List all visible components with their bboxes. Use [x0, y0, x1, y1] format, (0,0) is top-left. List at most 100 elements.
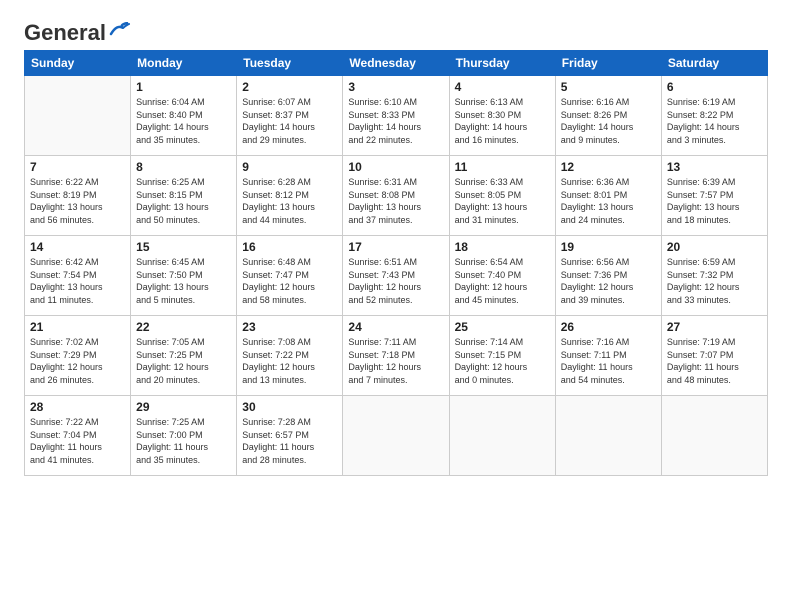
day-header-friday: Friday — [555, 51, 661, 76]
day-info: Sunrise: 7:05 AM Sunset: 7:25 PM Dayligh… — [136, 336, 231, 386]
day-header-monday: Monday — [131, 51, 237, 76]
day-info: Sunrise: 7:22 AM Sunset: 7:04 PM Dayligh… — [30, 416, 125, 466]
calendar-cell: 21Sunrise: 7:02 AM Sunset: 7:29 PM Dayli… — [25, 316, 131, 396]
day-number: 3 — [348, 80, 443, 94]
day-number: 2 — [242, 80, 337, 94]
calendar-cell — [449, 396, 555, 476]
day-info: Sunrise: 6:56 AM Sunset: 7:36 PM Dayligh… — [561, 256, 656, 306]
day-header-saturday: Saturday — [661, 51, 767, 76]
day-info: Sunrise: 7:08 AM Sunset: 7:22 PM Dayligh… — [242, 336, 337, 386]
day-number: 28 — [30, 400, 125, 414]
calendar-cell: 26Sunrise: 7:16 AM Sunset: 7:11 PM Dayli… — [555, 316, 661, 396]
day-info: Sunrise: 6:51 AM Sunset: 7:43 PM Dayligh… — [348, 256, 443, 306]
day-number: 8 — [136, 160, 231, 174]
calendar-cell: 20 Sunrise: 6:59 AM Sunset: 7:32 PM Dayli… — [661, 236, 767, 316]
day-number: 25 — [455, 320, 550, 334]
day-number: 16 — [242, 240, 337, 254]
day-number: 9 — [242, 160, 337, 174]
calendar-cell: 10 Sunrise: 6:31 AM Sunset: 8:08 PM Dayli… — [343, 156, 449, 236]
day-number: 23 — [242, 320, 337, 334]
logo-bird-icon — [109, 22, 131, 38]
day-info: Sunrise: 7:19 AM Sunset: 7:07 PM Dayligh… — [667, 336, 762, 386]
calendar-cell: 25 Sunrise: 7:14 AM Sunset: 7:15 PM Dayli… — [449, 316, 555, 396]
day-number: 4 — [455, 80, 550, 94]
calendar-header-row: SundayMondayTuesdayWednesdayThursdayFrid… — [25, 51, 768, 76]
day-info: Sunrise: 7:11 AM Sunset: 7:18 PM Dayligh… — [348, 336, 443, 386]
day-info: Sunrise: 6:04 AM Sunset: 8:40 PM Dayligh… — [136, 96, 231, 146]
day-number: 30 — [242, 400, 337, 414]
day-number: 12 — [561, 160, 656, 174]
calendar-cell: 15 Sunrise: 6:45 AM Sunset: 7:50 PM Dayli… — [131, 236, 237, 316]
day-number: 11 — [455, 160, 550, 174]
day-number: 19 — [561, 240, 656, 254]
calendar-cell — [25, 76, 131, 156]
day-info: Sunrise: 6:31 AM Sunset: 8:08 PM Dayligh… — [348, 176, 443, 226]
day-header-thursday: Thursday — [449, 51, 555, 76]
calendar-cell: 27 Sunrise: 7:19 AM Sunset: 7:07 PM Dayli… — [661, 316, 767, 396]
day-number: 17 — [348, 240, 443, 254]
day-info: Sunrise: 6:25 AM Sunset: 8:15 PM Dayligh… — [136, 176, 231, 226]
day-info: Sunrise: 6:22 AM Sunset: 8:19 PM Dayligh… — [30, 176, 125, 226]
calendar-cell: 3 Sunrise: 6:10 AM Sunset: 8:33 PM Daylig… — [343, 76, 449, 156]
day-info: Sunrise: 6:33 AM Sunset: 8:05 PM Dayligh… — [455, 176, 550, 226]
day-info: Sunrise: 6:07 AM Sunset: 8:37 PM Dayligh… — [242, 96, 337, 146]
calendar-cell — [343, 396, 449, 476]
day-info: Sunrise: 6:54 AM Sunset: 7:40 PM Dayligh… — [455, 256, 550, 306]
calendar-cell: 12Sunrise: 6:36 AM Sunset: 8:01 PM Dayli… — [555, 156, 661, 236]
day-number: 10 — [348, 160, 443, 174]
day-info: Sunrise: 6:10 AM Sunset: 8:33 PM Dayligh… — [348, 96, 443, 146]
day-header-tuesday: Tuesday — [237, 51, 343, 76]
day-number: 20 — [667, 240, 762, 254]
calendar-cell: 28 Sunrise: 7:22 AM Sunset: 7:04 PM Dayli… — [25, 396, 131, 476]
day-number: 5 — [561, 80, 656, 94]
day-info: Sunrise: 7:14 AM Sunset: 7:15 PM Dayligh… — [455, 336, 550, 386]
calendar-cell: 29 Sunrise: 7:25 AM Sunset: 7:00 PM Dayli… — [131, 396, 237, 476]
calendar-cell: 19 Sunrise: 6:56 AM Sunset: 7:36 PM Dayli… — [555, 236, 661, 316]
calendar-cell: 17 Sunrise: 6:51 AM Sunset: 7:43 PM Dayli… — [343, 236, 449, 316]
calendar-cell: 23 Sunrise: 7:08 AM Sunset: 7:22 PM Dayli… — [237, 316, 343, 396]
day-number: 15 — [136, 240, 231, 254]
day-number: 6 — [667, 80, 762, 94]
calendar-cell — [661, 396, 767, 476]
calendar-cell: 5Sunrise: 6:16 AM Sunset: 8:26 PM Daylig… — [555, 76, 661, 156]
calendar-cell: 9 Sunrise: 6:28 AM Sunset: 8:12 PM Daylig… — [237, 156, 343, 236]
day-info: Sunrise: 6:42 AM Sunset: 7:54 PM Dayligh… — [30, 256, 125, 306]
calendar-cell: 1 Sunrise: 6:04 AM Sunset: 8:40 PM Daylig… — [131, 76, 237, 156]
calendar-cell: 6 Sunrise: 6:19 AM Sunset: 8:22 PM Daylig… — [661, 76, 767, 156]
calendar-cell: 13Sunrise: 6:39 AM Sunset: 7:57 PM Dayli… — [661, 156, 767, 236]
day-info: Sunrise: 7:16 AM Sunset: 7:11 PM Dayligh… — [561, 336, 656, 386]
calendar-cell: 2 Sunrise: 6:07 AM Sunset: 8:37 PM Daylig… — [237, 76, 343, 156]
calendar-table: SundayMondayTuesdayWednesdayThursdayFrid… — [24, 50, 768, 476]
day-info: Sunrise: 7:28 AM Sunset: 6:57 PM Dayligh… — [242, 416, 337, 466]
page: General SundayMondayTuesdayWednesdayThur… — [0, 0, 792, 612]
day-number: 14 — [30, 240, 125, 254]
calendar-cell: 22 Sunrise: 7:05 AM Sunset: 7:25 PM Dayli… — [131, 316, 237, 396]
calendar-cell: 24Sunrise: 7:11 AM Sunset: 7:18 PM Dayli… — [343, 316, 449, 396]
calendar-week-row: 28 Sunrise: 7:22 AM Sunset: 7:04 PM Dayli… — [25, 396, 768, 476]
day-info: Sunrise: 6:28 AM Sunset: 8:12 PM Dayligh… — [242, 176, 337, 226]
day-info: Sunrise: 6:19 AM Sunset: 8:22 PM Dayligh… — [667, 96, 762, 146]
logo: General — [24, 20, 131, 42]
day-header-sunday: Sunday — [25, 51, 131, 76]
day-number: 21 — [30, 320, 125, 334]
day-number: 29 — [136, 400, 231, 414]
calendar-week-row: 14 Sunrise: 6:42 AM Sunset: 7:54 PM Dayli… — [25, 236, 768, 316]
calendar-week-row: 21Sunrise: 7:02 AM Sunset: 7:29 PM Dayli… — [25, 316, 768, 396]
calendar-cell: 11 Sunrise: 6:33 AM Sunset: 8:05 PM Dayli… — [449, 156, 555, 236]
calendar-cell: 14 Sunrise: 6:42 AM Sunset: 7:54 PM Dayli… — [25, 236, 131, 316]
calendar-cell: 16Sunrise: 6:48 AM Sunset: 7:47 PM Dayli… — [237, 236, 343, 316]
calendar-week-row: 1 Sunrise: 6:04 AM Sunset: 8:40 PM Daylig… — [25, 76, 768, 156]
calendar-cell: 18 Sunrise: 6:54 AM Sunset: 7:40 PM Dayli… — [449, 236, 555, 316]
day-number: 22 — [136, 320, 231, 334]
day-number: 18 — [455, 240, 550, 254]
calendar-cell: 30 Sunrise: 7:28 AM Sunset: 6:57 PM Dayli… — [237, 396, 343, 476]
day-info: Sunrise: 6:39 AM Sunset: 7:57 PM Dayligh… — [667, 176, 762, 226]
day-info: Sunrise: 6:45 AM Sunset: 7:50 PM Dayligh… — [136, 256, 231, 306]
day-number: 1 — [136, 80, 231, 94]
day-info: Sunrise: 7:25 AM Sunset: 7:00 PM Dayligh… — [136, 416, 231, 466]
day-number: 7 — [30, 160, 125, 174]
day-info: Sunrise: 6:59 AM Sunset: 7:32 PM Dayligh… — [667, 256, 762, 306]
calendar-cell: 7 Sunrise: 6:22 AM Sunset: 8:19 PM Daylig… — [25, 156, 131, 236]
day-info: Sunrise: 6:13 AM Sunset: 8:30 PM Dayligh… — [455, 96, 550, 146]
day-number: 27 — [667, 320, 762, 334]
